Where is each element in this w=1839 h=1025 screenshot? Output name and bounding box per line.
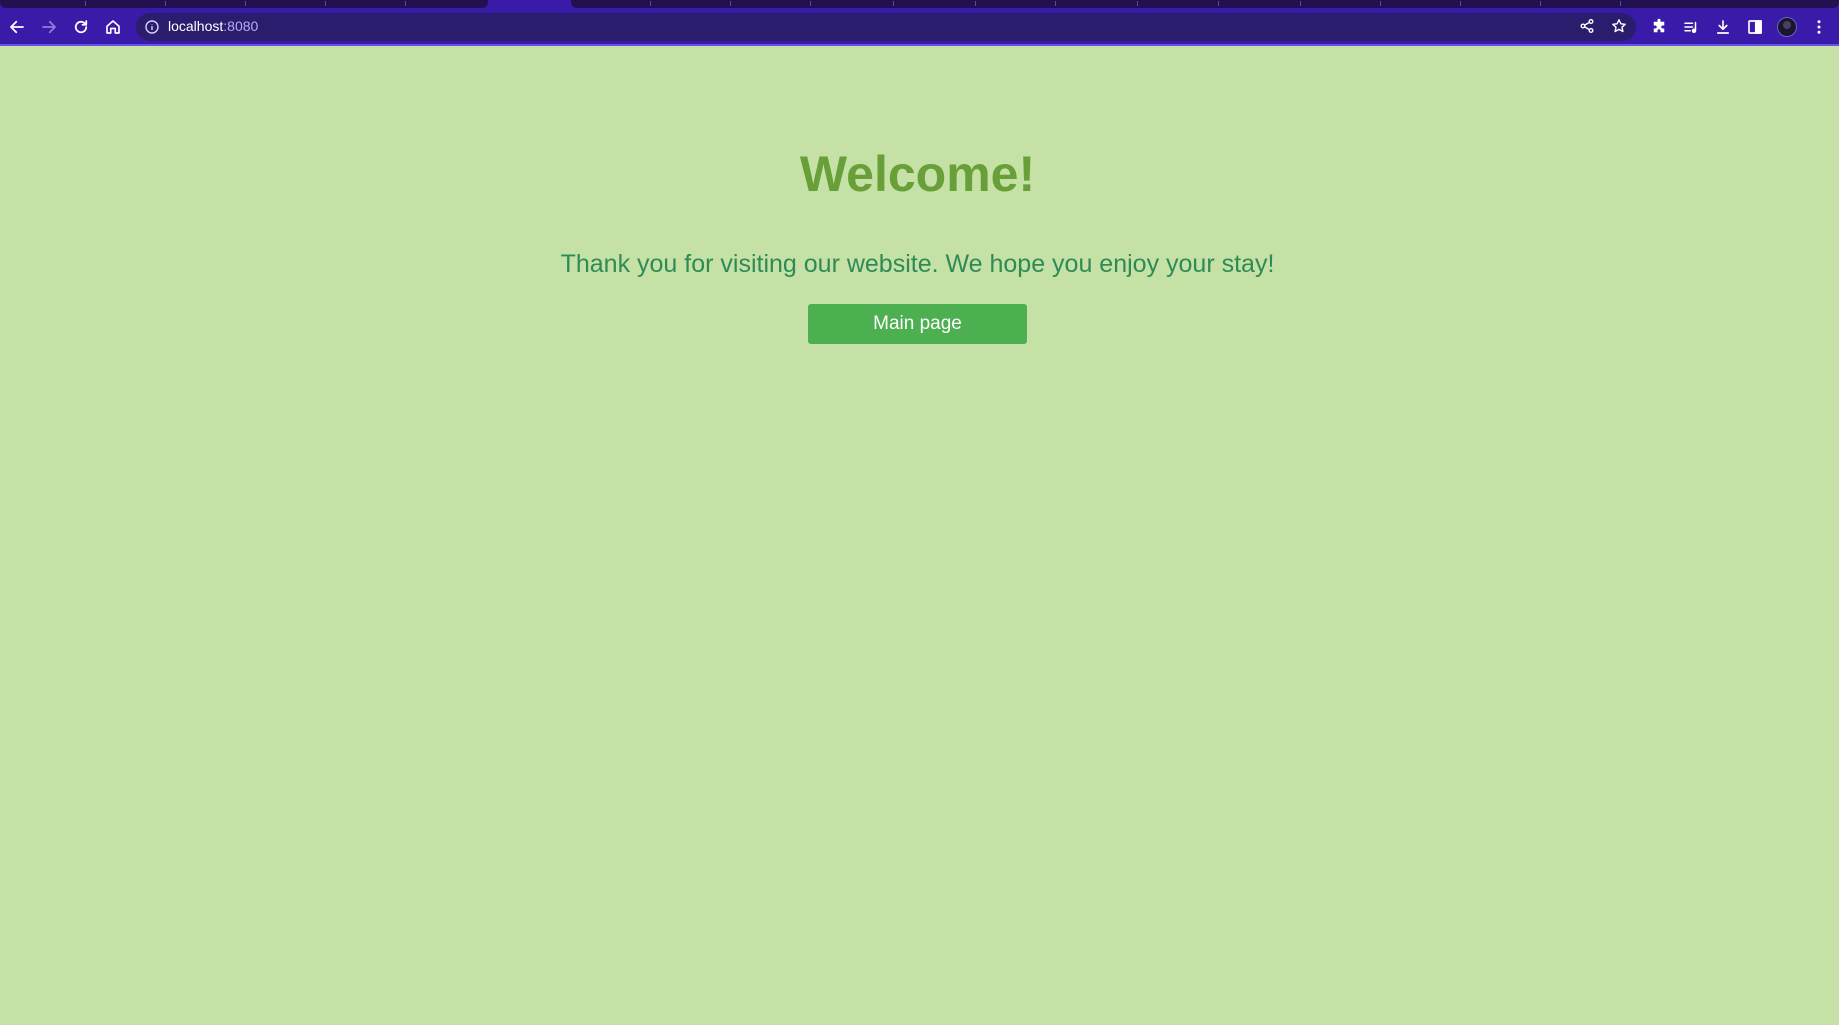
url-text[interactable]: localhost:8080 <box>168 18 258 34</box>
tab-separator <box>165 1 166 6</box>
tab-separator <box>245 1 246 6</box>
url-port: :8080 <box>223 18 259 34</box>
download-icon[interactable] <box>1712 16 1734 38</box>
menu-icon[interactable] <box>1808 16 1830 38</box>
tab-separator <box>650 1 651 6</box>
address-bar[interactable]: localhost:8080 <box>136 13 1636 41</box>
tab[interactable] <box>0 0 488 8</box>
tab-separator <box>975 1 976 6</box>
tab-separator <box>85 1 86 6</box>
tab-separator <box>1620 1 1621 6</box>
extensions-icon[interactable] <box>1648 16 1670 38</box>
avatar[interactable] <box>1777 17 1797 37</box>
tab-separator <box>405 1 406 6</box>
tab-separator <box>1137 1 1138 6</box>
tab-separator <box>893 1 894 6</box>
tab-separator <box>1300 1 1301 6</box>
tab-strip <box>0 0 1839 8</box>
tab-separator <box>1460 1 1461 6</box>
main-page-button[interactable]: Main page <box>808 304 1027 344</box>
info-icon[interactable] <box>144 19 160 35</box>
home-icon[interactable] <box>102 16 124 38</box>
reload-icon[interactable] <box>70 16 92 38</box>
tab-separator <box>325 1 326 6</box>
tab-separator <box>1055 1 1056 6</box>
tab[interactable] <box>571 0 1839 8</box>
welcome-message: Thank you for visiting our website. We h… <box>560 250 1275 278</box>
side-panel-icon[interactable] <box>1744 16 1766 38</box>
page-title: Welcome! <box>799 146 1036 202</box>
star-icon[interactable] <box>1611 18 1629 36</box>
media-icon[interactable] <box>1680 16 1702 38</box>
back-icon[interactable] <box>6 16 28 38</box>
browser-toolbar: localhost:8080 <box>0 8 1839 46</box>
tab-separator <box>1540 1 1541 6</box>
tab-separator <box>730 1 731 6</box>
forward-icon[interactable] <box>38 16 60 38</box>
tab-separator <box>810 1 811 6</box>
tab-separator <box>1218 1 1219 6</box>
url-host: localhost <box>168 18 224 34</box>
share-icon[interactable] <box>1579 18 1597 36</box>
tab-separator <box>1380 1 1381 6</box>
